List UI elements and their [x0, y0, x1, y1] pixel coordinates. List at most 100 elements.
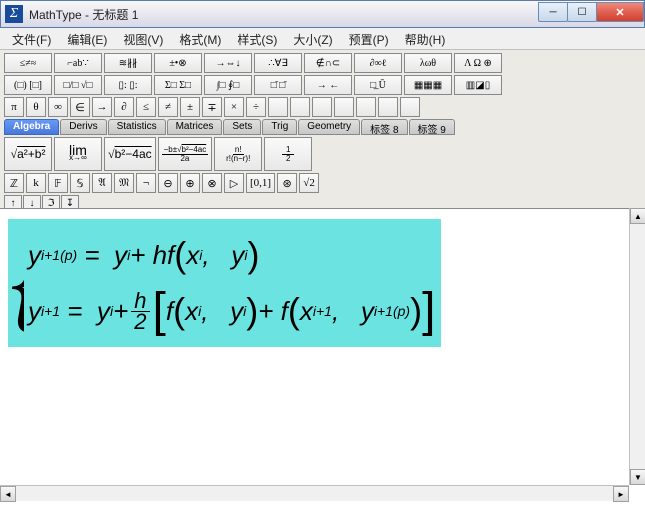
toolbar-button[interactable]: θ: [26, 97, 46, 117]
toolbar-button[interactable]: 𝕊: [70, 173, 90, 193]
toolbar-button[interactable]: [356, 97, 376, 117]
toolbar-button[interactable]: [400, 97, 420, 117]
tab-sets[interactable]: Sets: [223, 119, 261, 135]
tab-标签 9[interactable]: 标签 9: [409, 119, 455, 135]
toolbar-button[interactable]: ▦▦▦: [404, 75, 452, 95]
toolbar-button[interactable]: k: [26, 173, 46, 193]
menu-file[interactable]: 文件(F): [4, 28, 59, 49]
toolbar-button[interactable]: Σ□ Σ□: [154, 75, 202, 95]
toolbar-button[interactable]: 𝔄: [92, 173, 112, 193]
toolbar-button[interactable]: [290, 97, 310, 117]
equation-selection[interactable]: { yi+1(p) = yi + hf (xi , yi) yi+1 = yi …: [8, 219, 441, 347]
tab-derivs[interactable]: Derivs: [60, 119, 106, 135]
toolbar-button[interactable]: □̲ Ū: [354, 75, 402, 95]
formula-button[interactable]: 12: [264, 137, 312, 171]
tab-trig[interactable]: Trig: [262, 119, 297, 135]
formula-button[interactable]: −b±√b²−4ac2a: [158, 137, 213, 171]
menu-style[interactable]: 样式(S): [229, 28, 285, 49]
formula-button[interactable]: √b²−4ac: [104, 137, 156, 171]
toolbar-button[interactable]: ∞: [48, 97, 68, 117]
menu-help[interactable]: 帮助(H): [397, 28, 454, 49]
close-button[interactable]: ✕: [596, 2, 644, 22]
toolbar-button[interactable]: 𝔐: [114, 173, 134, 193]
toolbar-button[interactable]: ≠: [158, 97, 178, 117]
menu-size[interactable]: 大小(Z): [285, 28, 340, 49]
toolbar-area: ≤≠≈⌐ab∵≋∦∦±•⊗→⇔↓∴∀∃∉∩⊂∂∞ℓλωθΛ Ω ⊕ (□) [□…: [0, 50, 645, 214]
toolbar-button[interactable]: →: [92, 97, 112, 117]
vertical-scrollbar[interactable]: ▲ ▼: [629, 208, 645, 485]
toolbar-button[interactable]: ⊖: [158, 173, 178, 193]
tab-geometry[interactable]: Geometry: [298, 119, 360, 135]
document-area[interactable]: { yi+1(p) = yi + hf (xi , yi) yi+1 = yi …: [0, 208, 629, 485]
toolbar-button[interactable]: ¬: [136, 173, 156, 193]
left-brace: {: [10, 223, 24, 343]
toolbar-button[interactable]: √2: [299, 173, 319, 193]
formula-row-4: √a²+b²limx→∞√b²−4ac−b±√b²−4ac2an!r!(n−r)…: [4, 137, 641, 171]
toolbar-button[interactable]: → ←: [304, 75, 352, 95]
toolbar-button[interactable]: π: [4, 97, 24, 117]
toolbar-button[interactable]: □̄ □̄: [254, 75, 302, 95]
maximize-button[interactable]: ☐: [567, 2, 597, 22]
equation-line-1[interactable]: yi+1(p) = yi + hf (xi , yi): [28, 229, 435, 281]
toolbar-button[interactable]: ∓: [202, 97, 222, 117]
symbol-row-5: ℤk𝔽𝕊𝔄𝔐¬⊖⊕⊗▷[0,1]⊛√2: [4, 173, 641, 193]
toolbar-button[interactable]: λωθ: [404, 53, 452, 73]
toolbar-button[interactable]: ∂: [114, 97, 134, 117]
formula-button[interactable]: limx→∞: [54, 137, 102, 171]
toolbar-button[interactable]: ∈: [70, 97, 90, 117]
category-tabs: AlgebraDerivsStatisticsMatricesSetsTrigG…: [4, 119, 641, 135]
toolbar-button[interactable]: [334, 97, 354, 117]
toolbar-button[interactable]: ▷: [224, 173, 244, 193]
toolbar-button[interactable]: ÷: [246, 97, 266, 117]
tab-algebra[interactable]: Algebra: [4, 119, 59, 135]
toolbar-button[interactable]: ⌐ab∵: [54, 53, 102, 73]
toolbar-button[interactable]: ±•⊗: [154, 53, 202, 73]
toolbar-button[interactable]: ±: [180, 97, 200, 117]
scroll-up-button[interactable]: ▲: [630, 208, 645, 224]
toolbar-button[interactable]: ×: [224, 97, 244, 117]
menu-format[interactable]: 格式(M): [171, 28, 229, 49]
toolbar-button[interactable]: ∫□ ∮□: [204, 75, 252, 95]
scroll-down-button[interactable]: ▼: [630, 469, 645, 485]
tab-标签 8[interactable]: 标签 8: [361, 119, 407, 135]
window-title: MathType - 无标题 1: [29, 6, 539, 23]
minimize-button[interactable]: ─: [538, 2, 568, 22]
tab-statistics[interactable]: Statistics: [108, 119, 166, 135]
scroll-left-button[interactable]: ◄: [0, 486, 16, 502]
symbol-row-3: πθ∞∈→∂≤≠±∓×÷: [4, 97, 641, 117]
formula-button[interactable]: n!r!(n−r)!: [214, 137, 262, 171]
equation-line-2[interactable]: yi+1 = yi + h2[ f (xi , yi) + f (xi+1 , …: [28, 285, 435, 337]
symbol-row-1: ≤≠≈⌐ab∵≋∦∦±•⊗→⇔↓∴∀∃∉∩⊂∂∞ℓλωθΛ Ω ⊕: [4, 53, 641, 73]
toolbar-button[interactable]: ∉∩⊂: [304, 53, 352, 73]
toolbar-button[interactable]: ≤: [136, 97, 156, 117]
toolbar-button[interactable]: ℤ: [4, 173, 24, 193]
toolbar-button[interactable]: →⇔↓: [204, 53, 252, 73]
toolbar-button[interactable]: [0,1]: [246, 173, 275, 193]
formula-button[interactable]: √a²+b²: [4, 137, 52, 171]
toolbar-button[interactable]: ▯: ▯:: [104, 75, 152, 95]
toolbar-button[interactable]: ⊗: [202, 173, 222, 193]
scroll-right-button[interactable]: ►: [613, 486, 629, 502]
toolbar-button[interactable]: ≋∦∦: [104, 53, 152, 73]
menu-preview[interactable]: 预置(P): [341, 28, 397, 49]
title-bar: Σ MathType - 无标题 1 ─ ☐ ✕: [0, 0, 645, 28]
toolbar-button[interactable]: ⊛: [277, 173, 297, 193]
template-row-2: (□) [□]□/□ √□▯: ▯:Σ□ Σ□∫□ ∮□□̄ □̄→ ←□̲ Ū…: [4, 75, 641, 95]
toolbar-button[interactable]: 𝔽: [48, 173, 68, 193]
toolbar-button[interactable]: ∴∀∃: [254, 53, 302, 73]
tab-matrices[interactable]: Matrices: [167, 119, 223, 135]
toolbar-button[interactable]: ∂∞ℓ: [354, 53, 402, 73]
toolbar-button[interactable]: [268, 97, 288, 117]
toolbar-button[interactable]: ▥◪▯: [454, 75, 502, 95]
menu-bar: 文件(F) 编辑(E) 视图(V) 格式(M) 样式(S) 大小(Z) 预置(P…: [0, 28, 645, 50]
toolbar-button[interactable]: Λ Ω ⊕: [454, 53, 502, 73]
horizontal-scrollbar[interactable]: ◄ ►: [0, 485, 629, 501]
menu-edit[interactable]: 编辑(E): [59, 28, 115, 49]
toolbar-button[interactable]: □/□ √□: [54, 75, 102, 95]
toolbar-button[interactable]: [312, 97, 332, 117]
toolbar-button[interactable]: [378, 97, 398, 117]
toolbar-button[interactable]: ≤≠≈: [4, 53, 52, 73]
menu-view[interactable]: 视图(V): [115, 28, 171, 49]
toolbar-button[interactable]: (□) [□]: [4, 75, 52, 95]
toolbar-button[interactable]: ⊕: [180, 173, 200, 193]
